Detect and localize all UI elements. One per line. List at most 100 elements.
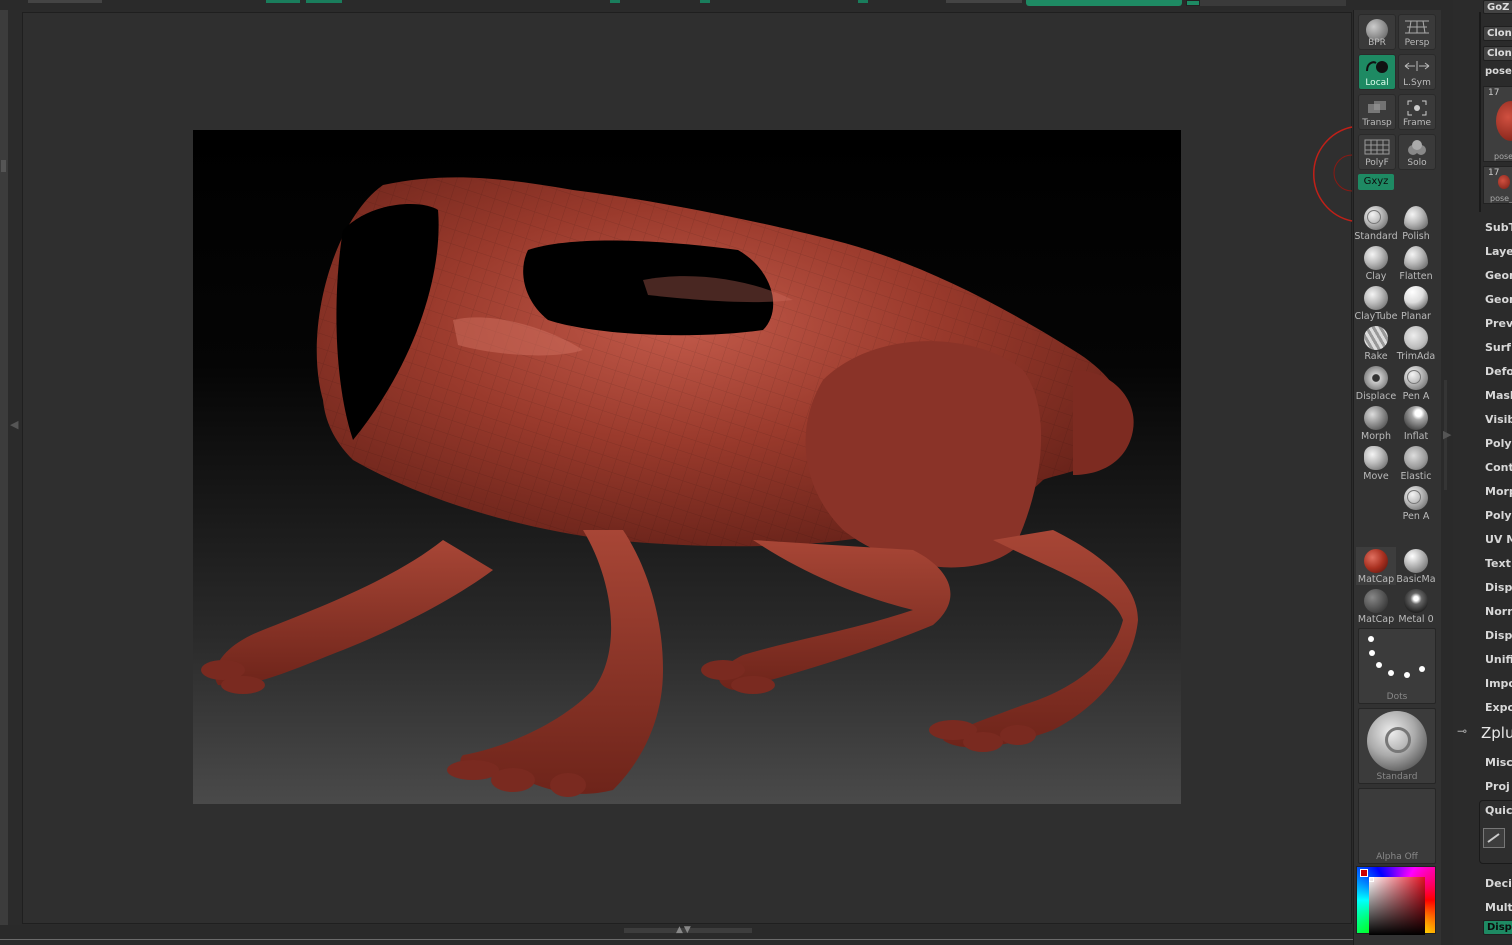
- right-tray-divider[interactable]: ▶: [1441, 10, 1453, 945]
- toolbar-button-edge[interactable]: [28, 0, 102, 3]
- menu-subtool[interactable]: SubT: [1485, 221, 1512, 234]
- swirl-icon: [1407, 490, 1421, 504]
- color-picker[interactable]: [1356, 866, 1436, 935]
- brush-claytubes[interactable]: ClayTube: [1355, 284, 1397, 322]
- menu-decimation-master[interactable]: Deci: [1485, 877, 1512, 890]
- brush-trimadaptive[interactable]: TrimAda: [1396, 324, 1436, 362]
- transp-button[interactable]: Transp: [1358, 94, 1396, 130]
- brush-displace[interactable]: Displace: [1356, 364, 1396, 402]
- menu-import[interactable]: Impo: [1485, 677, 1512, 690]
- menu-zplugin[interactable]: Zplu: [1481, 724, 1512, 742]
- menu-multi-map-exporter[interactable]: Multi: [1485, 901, 1512, 914]
- brush-inflate[interactable]: Inflat: [1396, 404, 1436, 442]
- goz-button[interactable]: GoZ: [1483, 0, 1512, 14]
- menu-contact[interactable]: Cont: [1485, 461, 1512, 474]
- menu-unified-skin[interactable]: Unifi: [1485, 653, 1512, 666]
- menu-displacement-map[interactable]: Displ: [1485, 581, 1512, 594]
- local-button[interactable]: Local: [1358, 54, 1396, 90]
- menu-layers[interactable]: Laye: [1485, 245, 1512, 258]
- menu-normal-map[interactable]: Norn: [1485, 605, 1512, 618]
- transparency-icon: [1368, 101, 1386, 113]
- brush-ball-icon: [1364, 446, 1388, 470]
- alpha-picker[interactable]: Alpha Off: [1358, 788, 1436, 864]
- brush-clay[interactable]: Clay: [1356, 244, 1396, 282]
- menu-deformation[interactable]: Defo: [1485, 365, 1512, 378]
- material-matcap-red[interactable]: MatCap: [1356, 547, 1396, 585]
- menu-morph-target[interactable]: Morp: [1485, 485, 1512, 498]
- menu-masking[interactable]: Mask: [1485, 389, 1512, 402]
- xyz-symmetry-button[interactable]: Gxyz: [1358, 174, 1394, 190]
- stroke-picker[interactable]: Dots: [1358, 628, 1436, 704]
- intensity-slider-edge[interactable]: [1186, 0, 1346, 6]
- bpr-button[interactable]: BPR: [1358, 14, 1396, 50]
- polyf-button[interactable]: PolyF: [1358, 134, 1396, 170]
- menu-quicksave[interactable]: Quick: [1485, 804, 1512, 817]
- material-basic[interactable]: BasicMa: [1396, 547, 1436, 585]
- expand-left-tray-icon[interactable]: ◀: [10, 418, 18, 431]
- brush-ball-icon: [1404, 206, 1428, 230]
- collapse-right-tray-icon[interactable]: ▶: [1443, 428, 1451, 441]
- material-metal[interactable]: Metal 0: [1396, 587, 1436, 625]
- brush-ball-icon: [1404, 326, 1428, 350]
- material-matcap-gray[interactable]: MatCap: [1356, 587, 1396, 625]
- brush-move[interactable]: Move: [1356, 444, 1396, 482]
- toolbar-toggle-edge[interactable]: [858, 0, 868, 3]
- bottom-divider: [0, 939, 1512, 940]
- tool-thumbnail-small[interactable]: 17 pose_: [1483, 166, 1512, 204]
- menu-texture-map[interactable]: Text: [1485, 557, 1511, 570]
- brush-pen-a-2[interactable]: Pen A: [1396, 484, 1436, 522]
- menu-vector-displacement-map[interactable]: Displ: [1485, 629, 1512, 642]
- local-symmetry-icon: [1404, 61, 1430, 71]
- menu-projection-master[interactable]: Proj: [1485, 780, 1510, 793]
- material-sphere-icon: [1404, 589, 1428, 613]
- menu-visibility[interactable]: Visib: [1485, 413, 1512, 426]
- right-shelf: BPR Persp Local L.Sym Transp Frame PolyF: [1353, 10, 1441, 945]
- solo-button[interactable]: Solo: [1398, 134, 1436, 170]
- color-saturation-square[interactable]: [1369, 877, 1425, 935]
- menu-geometry[interactable]: Geon: [1485, 269, 1512, 282]
- menu-polypaint[interactable]: Polyp: [1485, 509, 1512, 522]
- brush-ball-icon: [1364, 326, 1388, 350]
- menu-geometry-hd[interactable]: Geon: [1485, 293, 1512, 306]
- pose-label: pose: [1485, 66, 1512, 77]
- toolbar-field-edge[interactable]: [946, 0, 1022, 3]
- rotation-gizmo-icon[interactable]: [1304, 125, 1354, 225]
- clone-button[interactable]: Clone: [1483, 26, 1512, 41]
- current-brush-picker[interactable]: Standard: [1358, 708, 1436, 784]
- bottom-tray-edge[interactable]: ▲▼: [0, 925, 1512, 945]
- document-canvas[interactable]: [193, 130, 1181, 804]
- toolbar-toggle-edge[interactable]: [610, 0, 620, 3]
- brush-pen-a[interactable]: Pen A: [1396, 364, 1436, 402]
- toolbar-toggle-edge[interactable]: [700, 0, 710, 3]
- clone-button-2[interactable]: Clone: [1483, 46, 1512, 61]
- persp-button[interactable]: Persp: [1398, 14, 1436, 50]
- quicksave-icon[interactable]: [1483, 828, 1505, 848]
- menu-uv-map[interactable]: UV M: [1485, 533, 1512, 546]
- tool-thumbnail[interactable]: 17 pose: [1483, 86, 1512, 162]
- menu-export[interactable]: Expo: [1485, 701, 1512, 714]
- menu-preview[interactable]: Prev: [1485, 317, 1512, 330]
- primary-color-swatch[interactable]: [1360, 869, 1368, 877]
- frog-model[interactable]: [193, 130, 1181, 804]
- left-tray-edge[interactable]: [0, 10, 8, 945]
- expand-bottom-tray-icon[interactable]: ▲▼: [676, 925, 692, 935]
- toolbar-toggle-edge[interactable]: [266, 0, 300, 3]
- brush-polish[interactable]: Polish: [1396, 204, 1436, 242]
- lsym-button[interactable]: L.Sym: [1398, 54, 1436, 90]
- brush-flatten[interactable]: Flatten: [1396, 244, 1436, 282]
- menu-misc-utilities[interactable]: Misc: [1485, 756, 1512, 769]
- color-picker-cursor: [1369, 877, 1374, 882]
- displacement-toggle-button[interactable]: Displ: [1483, 920, 1512, 935]
- brush-rake[interactable]: Rake: [1356, 324, 1396, 362]
- menu-polygroups[interactable]: Poly: [1485, 437, 1512, 450]
- brush-standard[interactable]: Standard: [1354, 204, 1398, 242]
- toolbar-toggle-edge[interactable]: [306, 0, 342, 3]
- frame-button[interactable]: Frame: [1398, 94, 1436, 130]
- brush-elastic[interactable]: Elastic: [1396, 444, 1436, 482]
- brush-morph[interactable]: Morph: [1356, 404, 1396, 442]
- brush-ball-icon: [1404, 246, 1428, 270]
- draw-size-slider-edge[interactable]: [1026, 0, 1182, 6]
- brush-planar[interactable]: Planar: [1396, 284, 1436, 322]
- menu-surface[interactable]: Surf: [1485, 341, 1511, 354]
- slider-thumb[interactable]: [1186, 0, 1200, 6]
